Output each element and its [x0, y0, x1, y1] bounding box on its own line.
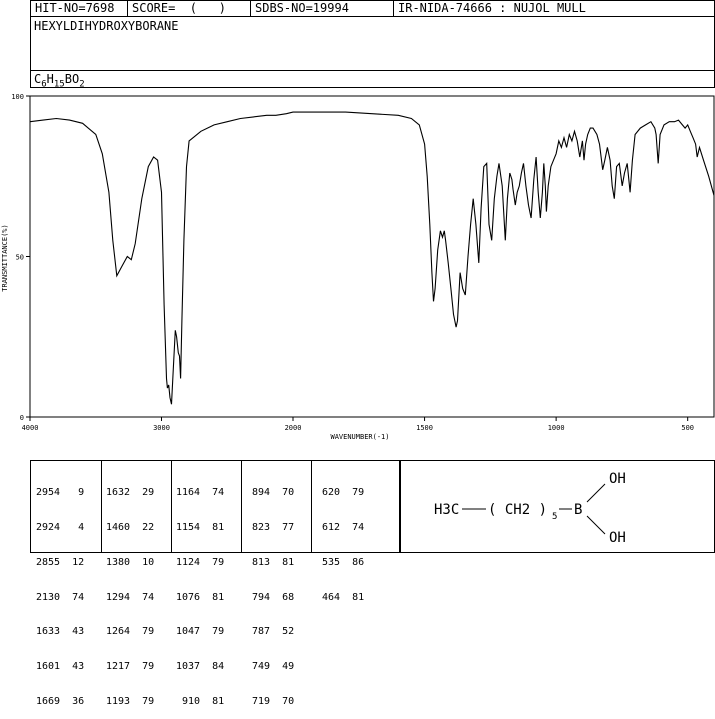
boron-atom: B — [574, 502, 582, 518]
methyl-group: H3C — [434, 502, 459, 518]
y-tick-label: 50 — [16, 254, 24, 262]
spectrum-line — [29, 111, 715, 405]
x-ticks: 4000 3000 2000 1500 1000 500 — [22, 417, 694, 432]
y-axis-label: TRANSMITTANCE(%) — [1, 224, 9, 291]
peak-entry: 894 70 — [246, 487, 295, 499]
peak-col-sep-4 — [311, 460, 312, 552]
peak-entry: 1047 79 — [176, 626, 225, 638]
peak-entry: 2924 4 — [36, 521, 85, 533]
peak-entry: 1601 43 — [36, 661, 85, 673]
x-tick-label: 1000 — [548, 424, 565, 432]
peak-entry: 535 86 — [316, 556, 365, 568]
peak-entry: 2130 74 — [36, 591, 85, 603]
peak-col-sep-1 — [101, 460, 102, 552]
peak-col-3: 1164 74 1154 81 1124 79 1076 81 1047 79 … — [176, 464, 224, 719]
peak-entry: 1669 36 — [36, 695, 85, 707]
y-tick-label: 100 — [11, 93, 24, 101]
peak-entry: 1264 79 — [106, 626, 155, 638]
peak-entry: 2954 9 — [36, 487, 85, 499]
y-tick-label: 0 — [20, 414, 24, 422]
x-tick-label: 4000 — [22, 424, 39, 432]
peak-entry: 1633 43 — [36, 626, 85, 638]
peak-entry: 719 70 — [246, 695, 295, 707]
peak-entry: 2855 12 — [36, 556, 85, 568]
y-ticks: 100 50 0 — [11, 93, 30, 422]
methylene-chain: ( CH2 ) — [488, 502, 547, 518]
peak-entry: 749 49 — [246, 661, 295, 673]
hydroxyl-bottom: OH — [609, 530, 626, 546]
ir-spectrum-chart: 100500 4000 3000 2000 1500 1000 500 WAVENUMBE… — [1, 93, 715, 441]
peak-entry: 787 52 — [246, 626, 295, 638]
peak-entry: 1124 79 — [176, 556, 225, 568]
peak-entry: 1460 22 — [106, 521, 155, 533]
x-tick-label: 500 — [681, 424, 694, 432]
x-tick-label: 2000 — [285, 424, 302, 432]
peak-entry: 620 79 — [316, 487, 365, 499]
peak-entry: 1193 79 — [106, 695, 155, 707]
chain-repeat-count: 5 — [552, 512, 557, 522]
peak-entry: 1154 81 — [176, 521, 225, 533]
peak-entry: 1632 29 — [106, 487, 155, 499]
peak-entry: 464 81 — [316, 591, 365, 603]
peak-entry: 1037 84 — [176, 661, 225, 673]
bond-boron-oh-top — [586, 483, 606, 503]
peak-entry: 1076 81 — [176, 591, 225, 603]
peak-col-sep-3 — [241, 460, 242, 552]
peak-entry: 612 74 — [316, 521, 365, 533]
peak-entry: 1380 10 — [106, 556, 155, 568]
hydroxyl-top: OH — [609, 471, 626, 487]
peak-col-5: 620 79 612 74 535 86 464 81 — [316, 464, 364, 615]
peak-entry: 794 68 — [246, 591, 295, 603]
bond-boron-oh-bottom — [586, 515, 606, 535]
peak-entry: 910 81 — [176, 695, 225, 707]
peak-entry: 823 77 — [246, 521, 295, 533]
peak-col-4: 894 70 823 77 813 81 794 68 787 52 749 4… — [246, 464, 294, 719]
peak-col-2: 1632 29 1460 22 1380 10 1294 74 1264 79 … — [106, 464, 154, 719]
x-tick-label: 3000 — [153, 424, 170, 432]
x-axis-label: WAVENUMBER(-1) — [330, 433, 389, 441]
peak-col-1: 2954 9 2924 4 2855 12 2130 74 1633 43 16… — [36, 464, 84, 719]
x-tick-label: 1500 — [416, 424, 433, 432]
peak-entry: 1294 74 — [106, 591, 155, 603]
peak-entry: 1164 74 — [176, 487, 225, 499]
peak-entry: 813 81 — [246, 556, 295, 568]
peak-entry: 1217 79 — [106, 661, 155, 673]
structure-diagram: H3C ( CH2 ) 5 B OH OH — [434, 471, 626, 546]
peak-col-sep-2 — [171, 460, 172, 552]
